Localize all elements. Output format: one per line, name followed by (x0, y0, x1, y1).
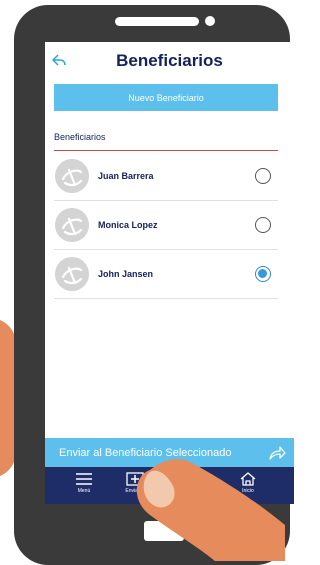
pointing-hand (136, 459, 285, 561)
